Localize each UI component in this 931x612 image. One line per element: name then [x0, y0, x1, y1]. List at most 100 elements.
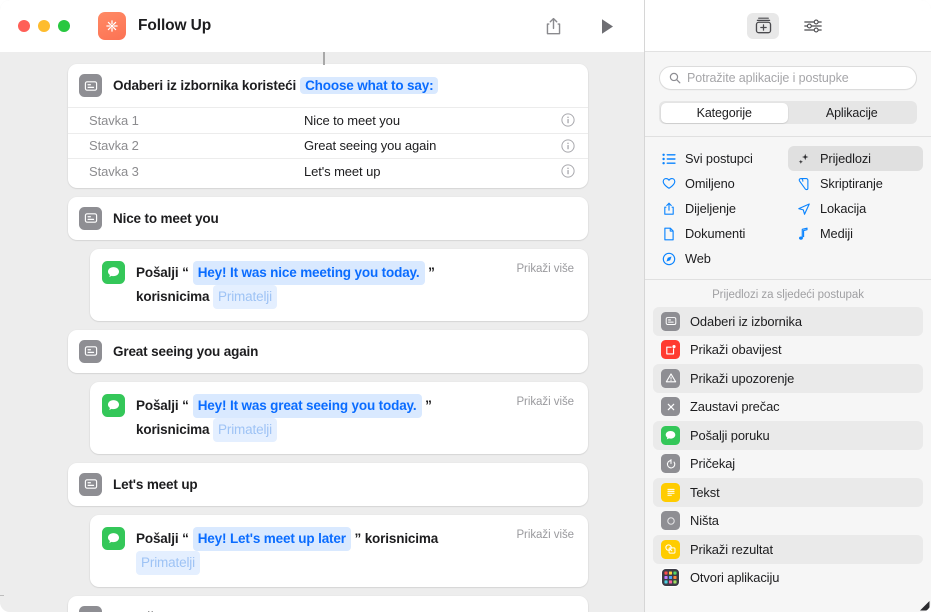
recipients-token[interactable]: Primatelji	[213, 284, 278, 309]
action-card-send-message-1[interactable]: Pošalji “Hey! It was nice meeting you to…	[90, 248, 588, 321]
show-more-button[interactable]: Prikaži više	[516, 261, 574, 275]
category-item-lokacija[interactable]: Lokacija	[788, 196, 923, 221]
category-label: Web	[685, 251, 711, 266]
workflow-canvas[interactable]: Odaberi iz izbornika koristeći Choose wha…	[0, 52, 644, 612]
suggestion-item-nista[interactable]: Ništa	[653, 507, 923, 536]
zoom-button[interactable]	[58, 20, 70, 32]
suggestion-item-pricekaj[interactable]: Pričekaj	[653, 450, 923, 479]
category-grid: Svi postupci Omiljeno Dijeljenje Dokumen…	[645, 137, 931, 279]
message-token[interactable]: Hey! It was nice meeting you today.	[192, 260, 425, 285]
shortcuts-app-icon	[98, 12, 126, 40]
category-item-dijeljenje[interactable]: Dijeljenje	[653, 196, 788, 221]
action-card-header: Let's meet up	[68, 463, 588, 506]
suggestion-item-prikazi-obavijest[interactable]: Prikaži obavijest	[653, 336, 923, 365]
document-icon	[661, 227, 676, 241]
action-card-body: Pošalji “Hey! It was nice meeting you to…	[90, 249, 588, 321]
menu-icon	[661, 311, 680, 331]
action-card-menu-branch-3[interactable]: Let's meet up	[68, 462, 588, 506]
suggestion-label: Prikaži upozorenje	[690, 370, 795, 386]
menu-item-value[interactable]: Great seeing you again	[304, 138, 561, 153]
action-card-menu-branch-2[interactable]: Great seeing you again	[68, 329, 588, 373]
suggestion-item-prikazi-upozorenje[interactable]: Prikaži upozorenje	[653, 364, 923, 393]
suggestion-label: Pričekaj	[690, 456, 736, 472]
category-item-skriptiranje[interactable]: Skriptiranje	[788, 171, 923, 196]
traffic-light-controls[interactable]	[18, 20, 70, 32]
action-title-wrap: Odaberi iz izbornika koristeći Choose wha…	[113, 76, 439, 95]
menu-item-row[interactable]: Stavka 3 Let's meet up	[68, 158, 588, 184]
run-button[interactable]	[590, 11, 624, 41]
suggestion-item-zaustavi-precac[interactable]: Zaustavi prečac	[653, 393, 923, 422]
close-quote: ”	[354, 530, 362, 546]
action-card-menu-branch-1[interactable]: Nice to meet you	[68, 196, 588, 240]
variable-token-choose-what-to-say[interactable]: Choose what to say:	[300, 76, 439, 94]
suggestion-item-posalji-poruku[interactable]: Pošalji poruku	[653, 421, 923, 450]
canvas-edge-marker	[0, 594, 4, 596]
tab-kategorije[interactable]: Kategorije	[660, 102, 788, 123]
category-item-mediji[interactable]: Mediji	[788, 221, 923, 246]
action-card-send-message-2[interactable]: Pošalji “Hey! It was great seeing you to…	[90, 381, 588, 454]
minimize-button[interactable]	[38, 20, 50, 32]
action-card-send-message-3[interactable]: Pošalji “Hey! Let's meet up later ” kori…	[90, 514, 588, 587]
action-title: Nice to meet you	[113, 210, 219, 226]
action-card-choose-from-menu[interactable]: Odaberi iz izbornika koristeći Choose wha…	[68, 64, 588, 188]
search-icon	[669, 72, 681, 84]
category-item-omiljeno[interactable]: Omiljeno	[653, 171, 788, 196]
action-description: Pošalji “Hey! It was great seeing you to…	[136, 393, 506, 442]
menu-glyph	[84, 213, 97, 223]
category-item-web[interactable]: Web	[653, 246, 788, 271]
menu-item-value[interactable]: Let's meet up	[304, 164, 561, 179]
message-token[interactable]: Hey! It was great seeing you today.	[192, 393, 422, 418]
list-icon	[661, 153, 676, 165]
category-label: Svi postupci	[685, 151, 753, 166]
suggestion-label: Zaustavi prečac	[690, 399, 780, 415]
window-resize-handle[interactable]	[917, 598, 930, 611]
sparkle-burst-icon	[106, 20, 118, 32]
info-icon[interactable]	[561, 139, 575, 153]
menu-item-row[interactable]: Stavka 2 Great seeing you again	[68, 132, 588, 159]
menu-card-icon	[79, 605, 102, 612]
action-description: Pošalji “Hey! Let's meet up later ” kori…	[136, 526, 506, 575]
category-item-dokumenti[interactable]: Dokumenti	[653, 221, 788, 246]
music-note-icon	[796, 227, 811, 241]
show-more-button[interactable]: Prikaži više	[516, 394, 574, 408]
suggestion-label: Prikaži obavijest	[690, 342, 782, 358]
library-mode-segmented-control[interactable]: Kategorije Aplikacije	[659, 101, 917, 124]
messages-app-icon	[102, 260, 125, 284]
share-button[interactable]	[536, 11, 570, 41]
menu-glyph	[84, 346, 97, 356]
info-icon[interactable]	[561, 113, 575, 127]
action-description: Pošalji “Hey! It was nice meeting you to…	[136, 260, 506, 309]
category-item-prijedlozi[interactable]: Prijedlozi	[788, 146, 923, 171]
search-field[interactable]: Potražite aplikacije i postupke	[659, 66, 917, 90]
shortcut-details-button[interactable]	[797, 13, 829, 39]
suggestion-item-prikazi-rezultat[interactable]: Prikaži rezultat	[653, 535, 923, 564]
action-card-body: Pošalji “Hey! It was great seeing you to…	[90, 382, 588, 454]
category-column-right: Prijedlozi Skriptiranje Lokacija Mediji	[788, 146, 923, 271]
menu-item-value[interactable]: Nice to meet you	[304, 113, 561, 128]
action-card-header: Isključi izbornik	[68, 596, 588, 612]
category-item-svi-postupci[interactable]: Svi postupci	[653, 146, 788, 171]
suggestion-item-otvori-aplikaciju[interactable]: Otvori aplikaciju	[653, 564, 923, 593]
open-quote: “	[182, 397, 189, 413]
window-titlebar: Follow Up	[0, 0, 644, 52]
tab-aplikacije[interactable]: Aplikacije	[788, 103, 916, 123]
action-library-button[interactable]	[747, 12, 779, 39]
recipients-token[interactable]: Primatelji	[136, 550, 201, 575]
suggestion-item-tekst[interactable]: Tekst	[653, 478, 923, 507]
send-prefix: Pošalji	[136, 530, 179, 546]
heart-icon	[661, 177, 676, 190]
close-button[interactable]	[18, 20, 30, 32]
menu-items-list: Stavka 1 Nice to meet you Stavka 2 Great…	[68, 107, 588, 188]
search-container: Potražite aplikacije i postupke	[645, 52, 931, 90]
show-more-button[interactable]: Prikaži više	[516, 527, 574, 541]
suggestion-item-odaberi-iz-izbornika[interactable]: Odaberi iz izbornika	[653, 307, 923, 336]
text-icon	[661, 482, 680, 502]
close-quote: ”	[428, 264, 435, 280]
menu-card-icon	[79, 206, 102, 230]
action-card-end-menu[interactable]: Isključi izbornik	[68, 595, 588, 612]
message-token[interactable]: Hey! Let's meet up later	[192, 526, 351, 551]
info-icon[interactable]	[561, 164, 575, 178]
share-icon	[546, 17, 560, 34]
recipients-token[interactable]: Primatelji	[213, 417, 278, 442]
menu-item-row[interactable]: Stavka 1 Nice to meet you	[68, 107, 588, 133]
